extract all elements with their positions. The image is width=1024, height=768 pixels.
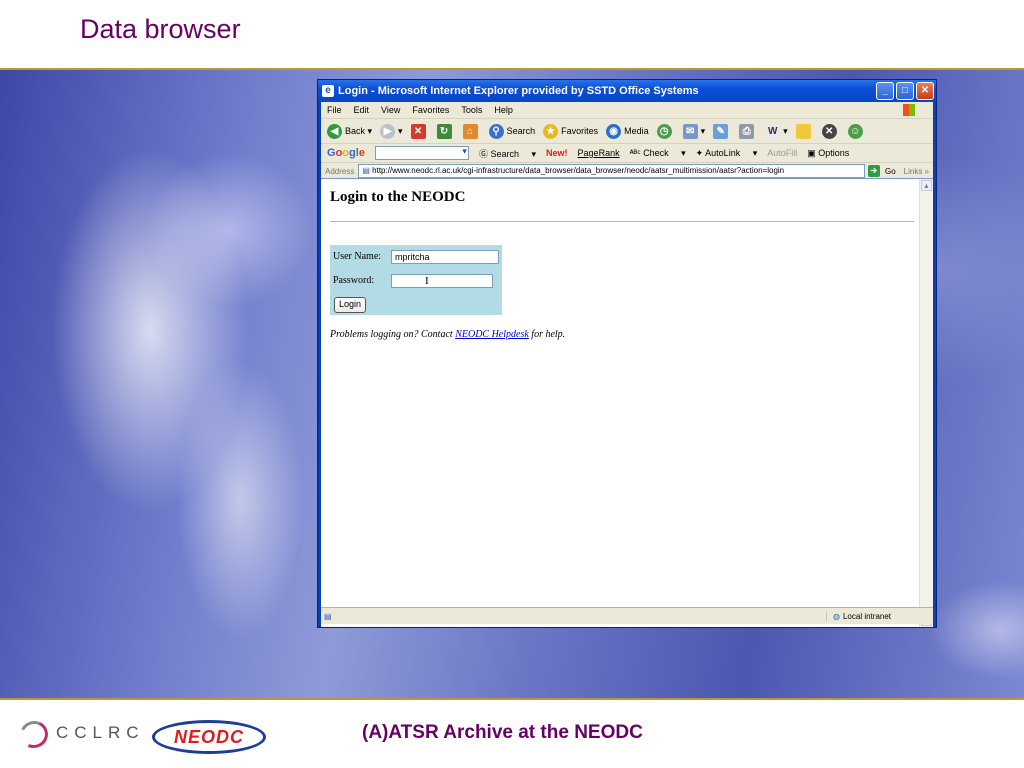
google-search-input[interactable] <box>374 146 469 160</box>
username-input[interactable]: mpritcha <box>391 250 499 264</box>
media-globe-icon: ◉ <box>606 123 622 139</box>
refresh-button[interactable]: ↻ <box>436 123 455 139</box>
search-icon: ⚲ <box>488 123 504 139</box>
browser-client: File Edit View Favorites Tools Help ◀ Ba… <box>321 102 933 627</box>
menu-file[interactable]: File <box>327 105 342 115</box>
history-button[interactable]: ◷ <box>656 123 675 139</box>
window-title: Login - Microsoft Internet Explorer prov… <box>338 85 699 97</box>
google-toolbar: Google Ⓖ Search ▾ New! PageRank ᴬᴮᶜ Chec… <box>321 144 933 163</box>
forward-button[interactable]: ▶ ▾ <box>380 123 403 139</box>
messenger-button[interactable]: ☺ <box>847 123 866 139</box>
pagerank-indicator[interactable]: PageRank <box>578 148 620 158</box>
page-content: Login to the NEODC User Name: mpritcha P… <box>321 178 933 627</box>
autofill-button[interactable]: AutoFill <box>767 148 797 158</box>
folder-icon <box>795 123 811 139</box>
menu-bar: File Edit View Favorites Tools Help <box>321 102 933 119</box>
status-bar: ▤ ◍ Local intranet <box>321 607 933 624</box>
word-button[interactable]: W ▾ <box>765 123 788 139</box>
login-button[interactable]: Login <box>334 297 366 313</box>
google-new-button[interactable]: New! <box>546 148 568 158</box>
go-button[interactable]: ➔ Go <box>867 165 896 177</box>
stop-icon: ✕ <box>410 123 426 139</box>
page-icon: ▤ <box>362 166 373 175</box>
browser-window: e Login - Microsoft Internet Explorer pr… <box>317 79 937 628</box>
text-cursor-icon: Ι <box>425 275 429 287</box>
minimize-button[interactable]: _ <box>876 82 894 100</box>
google-logo[interactable]: Google <box>327 147 365 159</box>
help-prefix: Problems logging on? Contact <box>330 329 453 340</box>
favorites-star-icon: ★ <box>543 123 559 139</box>
helpdesk-link[interactable]: NEODC Helpdesk <box>455 329 529 340</box>
folder-button[interactable] <box>795 123 814 139</box>
intranet-icon: ◍ <box>833 611 840 621</box>
home-icon: ⌂ <box>462 123 478 139</box>
mail-button[interactable]: ✉ ▾ <box>682 123 705 139</box>
help-suffix: for help. <box>531 329 566 340</box>
stop-button[interactable]: ✕ <box>410 123 429 139</box>
address-url: http://www.neodc.rl.ac.uk/cgi-infrastruc… <box>372 166 785 175</box>
media-button[interactable]: ◉ Media <box>606 123 649 139</box>
favorites-button[interactable]: ★ Favorites <box>543 123 598 139</box>
neodc-text: NEODC <box>173 726 244 747</box>
research-icon: ✕ <box>821 123 837 139</box>
address-label: Address <box>325 166 355 176</box>
print-button[interactable]: ⎙ <box>739 123 757 139</box>
word-icon: W <box>765 123 781 139</box>
password-input[interactable] <box>391 274 493 288</box>
menu-tools[interactable]: Tools <box>461 105 482 115</box>
mail-icon: ✉ <box>682 123 698 139</box>
slide-title: Data browser <box>80 14 241 44</box>
security-zone: ◍ Local intranet <box>826 611 933 621</box>
ie-page-icon: e <box>322 85 334 97</box>
address-input[interactable]: ▤ http://www.neodc.rl.ac.uk/cgi-infrastr… <box>358 164 865 178</box>
cclrc-swirl-icon <box>18 718 48 748</box>
edit-page-button[interactable]: ✎ <box>713 123 731 139</box>
research-button[interactable]: ✕ <box>821 123 840 139</box>
help-text: Problems logging on? Contact NEODC Helpd… <box>330 329 565 340</box>
google-options-button[interactable]: ▣ Options <box>807 148 859 159</box>
history-icon: ◷ <box>656 123 672 139</box>
scroll-up-icon[interactable]: ▲ <box>921 180 932 191</box>
go-arrow-icon: ➔ <box>867 165 880 177</box>
search-button[interactable]: ⚲ Search <box>488 123 535 139</box>
status-page-icon: ▤ <box>324 611 332 621</box>
footer-title: (A)ATSR Archive at the NEODC <box>362 722 643 743</box>
vertical-scrollbar[interactable]: ▲ ▼ <box>919 179 933 627</box>
menu-edit[interactable]: Edit <box>354 105 370 115</box>
password-label: Password: <box>333 275 375 286</box>
close-button[interactable]: ✕ <box>916 82 934 100</box>
home-button[interactable]: ⌂ <box>462 123 481 139</box>
cclrc-logo: CCLRC <box>18 712 145 754</box>
refresh-icon: ↻ <box>436 123 452 139</box>
google-search-button[interactable]: Ⓖ Search ▾ <box>479 147 536 160</box>
back-arrow-icon: ◀ <box>327 123 342 139</box>
window-titlebar[interactable]: e Login - Microsoft Internet Explorer pr… <box>318 80 936 102</box>
address-bar: Address ▤ http://www.neodc.rl.ac.uk/cgi-… <box>321 163 933 179</box>
heading-divider <box>330 221 914 222</box>
username-label: User Name: <box>333 251 382 262</box>
menu-view[interactable]: View <box>381 105 400 115</box>
links-button[interactable]: Links » <box>904 167 929 176</box>
windows-logo-icon <box>903 104 915 116</box>
page-heading: Login to the NEODC <box>330 189 466 205</box>
autolink-button[interactable]: ✦ AutoLink ▾ <box>696 148 758 159</box>
menu-favorites[interactable]: Favorites <box>412 105 449 115</box>
spell-check-button[interactable]: ᴬᴮᶜ Check ▾ <box>630 148 686 159</box>
maximize-button[interactable]: □ <box>896 82 914 100</box>
messenger-icon: ☺ <box>847 123 863 139</box>
neodc-logo: NEODC <box>152 720 266 754</box>
back-button[interactable]: ◀ Back ▾ <box>327 123 372 139</box>
menu-help[interactable]: Help <box>494 105 513 115</box>
cclrc-text: CCLRC <box>56 723 145 742</box>
print-icon: ⎙ <box>739 123 755 139</box>
standard-toolbar: ◀ Back ▾ ▶▾ ✕ ↻ ⌂ ⚲ Search ★ Favorites <box>321 119 933 144</box>
login-form: User Name: mpritcha Password: Ι Login <box>330 245 502 315</box>
forward-arrow-icon: ▶ <box>380 123 396 139</box>
edit-page-icon: ✎ <box>713 123 729 139</box>
